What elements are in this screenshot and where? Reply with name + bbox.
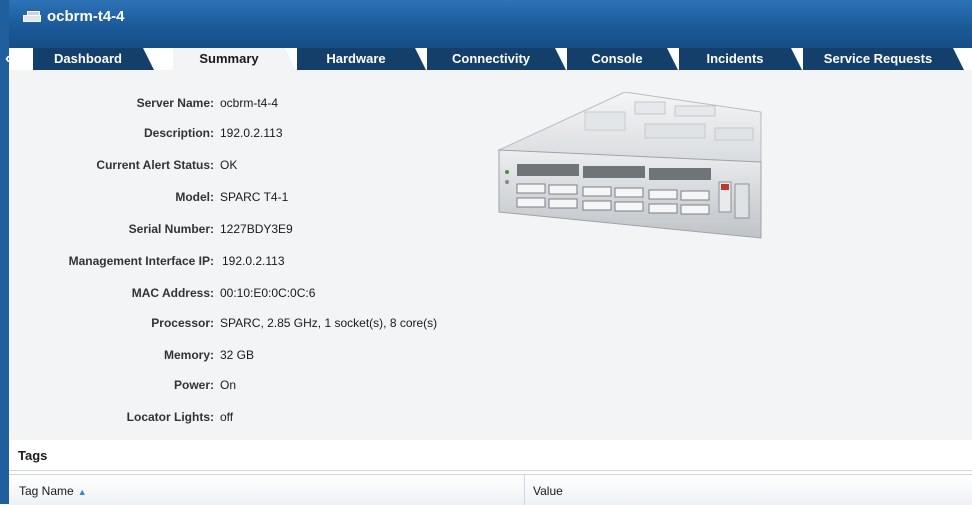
window-header: ocbrm-t4-4	[9, 0, 972, 48]
property-label: Model:	[175, 190, 214, 204]
window-title-row: ocbrm-t4-4	[23, 4, 125, 28]
property-label: Power:	[173, 378, 214, 392]
tags-title: Tags	[18, 448, 48, 463]
property-label: Serial Number:	[128, 222, 214, 236]
tags-table-header: Tag Name ▲ Value	[9, 474, 972, 505]
property-label: Memory:	[163, 348, 214, 362]
property-label: MAC Address:	[131, 286, 214, 300]
property-server-name: Server Name: ocbrm-t4-4	[0, 96, 278, 112]
property-label: Locator Lights:	[126, 410, 214, 424]
property-description: Description: 192.0.2.113	[0, 126, 283, 142]
property-model: Model: SPARC T4-1	[0, 190, 288, 206]
tab-console[interactable]: Console	[567, 48, 678, 70]
tags-section-header: Tags	[9, 440, 972, 471]
tab-incidents[interactable]: Incidents	[679, 48, 802, 70]
property-value: 00:10:E0:0C:0C:6	[220, 286, 316, 300]
tab-connectivity[interactable]: Connectivity	[427, 48, 566, 70]
property-memory: Memory: 32 GB	[0, 348, 254, 364]
property-value: On	[220, 378, 237, 392]
property-value: 192.0.2.113	[220, 126, 283, 140]
property-label: Description:	[143, 126, 214, 140]
property-value: ocbrm-t4-4	[220, 96, 279, 110]
property-management-ip: Management Interface IP: 192.0.2.113	[0, 254, 285, 270]
property-label: Processor:	[151, 316, 214, 330]
property-value: 1227BDY3E9	[220, 222, 293, 236]
left-frame-border	[0, 0, 9, 504]
column-header-tag-name[interactable]: Tag Name ▲	[19, 484, 87, 498]
property-label: Server Name:	[136, 96, 214, 110]
property-value: 32 GB	[220, 348, 255, 362]
double-chevron-left-icon[interactable]: «	[5, 50, 14, 68]
sort-ascending-icon[interactable]: ▲	[78, 487, 87, 497]
property-value: SPARC, 2.85 GHz, 1 socket(s), 8 core(s)	[220, 316, 438, 330]
tab-dashboard[interactable]: Dashboard	[33, 48, 154, 70]
property-value: SPARC T4-1	[220, 190, 289, 204]
property-locator-lights: Locator Lights: off	[0, 410, 233, 426]
property-serial-number: Serial Number: 1227BDY3E9	[0, 222, 293, 238]
property-mac-address: MAC Address: 00:10:E0:0C:0C:6	[0, 286, 316, 302]
column-header-value[interactable]: Value	[533, 484, 563, 498]
server-hardware-image	[497, 92, 762, 239]
column-divider[interactable]	[524, 475, 525, 505]
column-header-label: Tag Name	[19, 484, 74, 498]
window-title: ocbrm-t4-4	[47, 7, 125, 25]
property-value: off	[220, 410, 234, 424]
property-processor: Processor: SPARC, 2.85 GHz, 1 socket(s), …	[0, 316, 437, 332]
property-value: OK	[220, 158, 238, 172]
tab-summary[interactable]: Summary	[173, 48, 296, 70]
property-label: Current Alert Status:	[96, 158, 214, 172]
property-alert-status: Current Alert Status: OK	[0, 158, 237, 174]
server-icon	[23, 10, 41, 22]
property-power: Power: On	[0, 378, 236, 394]
tab-hardware[interactable]: Hardware	[297, 48, 426, 70]
property-label: Management Interface IP:	[68, 254, 214, 268]
property-value: 192.0.2.113	[222, 254, 285, 268]
tab-service-requests[interactable]: Service Requests	[803, 48, 964, 70]
